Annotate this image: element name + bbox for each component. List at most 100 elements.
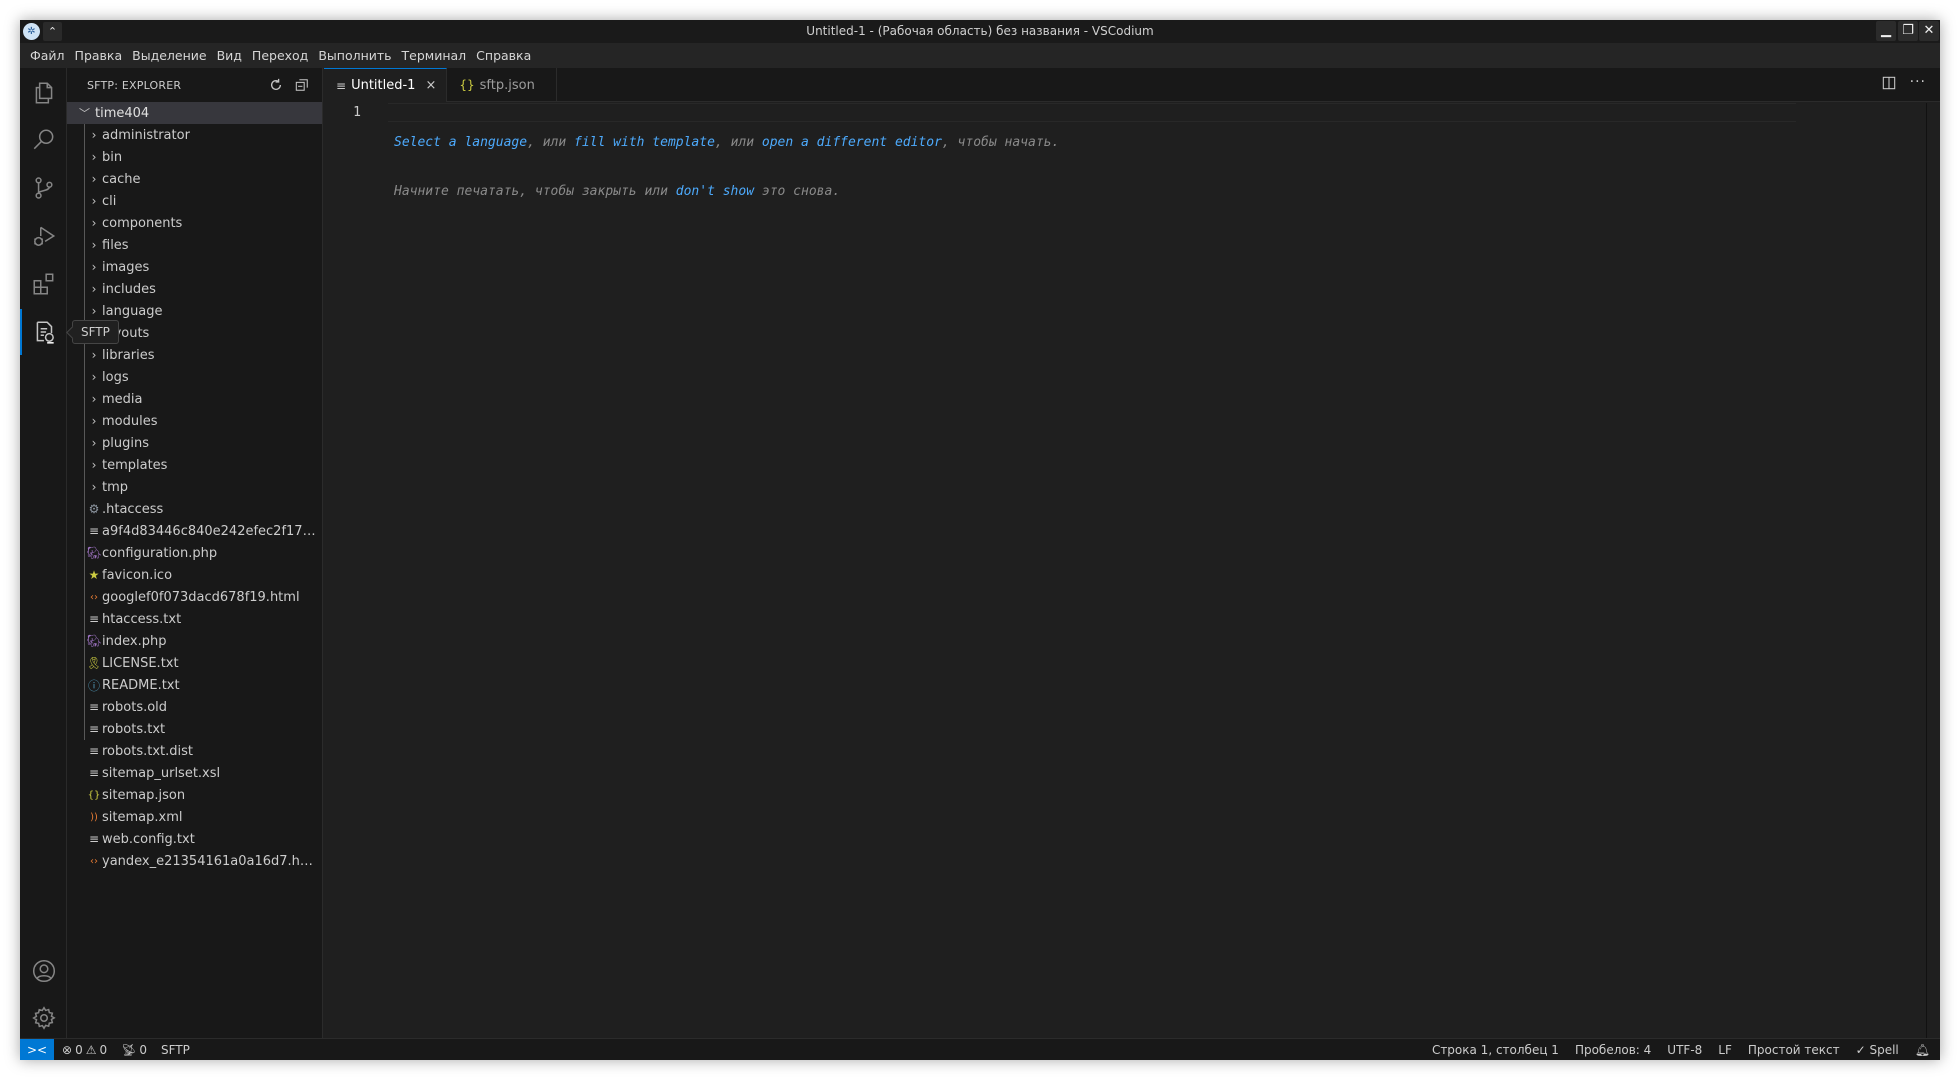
hint-text: Начните печатать, чтобы закрыть или — [394, 184, 676, 199]
menu-help[interactable]: Справка — [471, 48, 536, 63]
collapse-all-icon[interactable] — [294, 77, 310, 93]
tree-file[interactable]: ≡ robots.old — [67, 696, 322, 718]
tree-file[interactable]: ≡ a9f4d83446c840e242efec2f17ea... — [67, 520, 322, 542]
rss-icon: )) — [90, 811, 98, 823]
tree-folder[interactable]: › components — [67, 212, 322, 234]
indentation[interactable]: Пробелов: 4 — [1575, 1043, 1651, 1057]
tree-folder[interactable]: › language — [67, 300, 322, 322]
hint-link[interactable]: don't show — [676, 184, 754, 199]
tree-root-folder[interactable]: ﹀ time404 — [67, 102, 322, 124]
menu-file[interactable]: Файл — [25, 48, 70, 63]
hint-link[interactable]: Select a language — [394, 135, 527, 150]
activity-bar: SFTP — [20, 68, 119, 1041]
sftp-status[interactable]: SFTP — [161, 1043, 190, 1057]
tree-file[interactable]: ≡ htaccess.txt — [67, 608, 322, 630]
activity-explorer[interactable] — [20, 70, 67, 116]
cursor-position[interactable]: Строка 1, столбец 1 — [1432, 1043, 1559, 1057]
html-icon: ‹› — [90, 591, 98, 603]
tree-folder[interactable]: › libraries — [67, 344, 322, 366]
folder-label: templates — [102, 457, 168, 473]
menu-view[interactable]: Вид — [212, 48, 247, 63]
menu-selection[interactable]: Выделение — [127, 48, 211, 63]
activity-extensions[interactable] — [20, 261, 67, 307]
sidebar-header: SFTP: EXPLORER — [67, 68, 322, 102]
end-of-line[interactable]: LF — [1718, 1043, 1732, 1057]
encoding[interactable]: UTF-8 — [1667, 1043, 1702, 1057]
problems-indicator[interactable]: ⊗ 0 ⚠ 0 — [62, 1043, 107, 1057]
html-icon: ‹› — [90, 855, 98, 867]
tree-file[interactable]: 🐘︎ configuration.php — [67, 542, 322, 564]
vertical-scrollbar[interactable] — [1926, 103, 1940, 1038]
tree-file[interactable]: 🎗︎ LICENSE.txt — [67, 652, 322, 674]
hint-link[interactable]: open a different editor — [762, 135, 942, 150]
tree-folder[interactable]: › plugins — [67, 432, 322, 454]
tree-folder[interactable]: › administrator — [67, 124, 322, 146]
activity-sftp[interactable] — [20, 309, 67, 355]
remote-indicator[interactable]: >< — [20, 1038, 54, 1060]
hint-link[interactable]: fill with template — [574, 135, 715, 150]
tree-file[interactable]: ≡ sitemap_urlset.xsl — [67, 762, 322, 784]
close-button[interactable]: ✕ — [1919, 21, 1939, 41]
tree-folder[interactable]: › logs — [67, 366, 322, 388]
file-tree: ﹀ time404 › administrator › bin › cache › cli › c… — [67, 102, 322, 872]
chevron-right-icon: › — [91, 304, 97, 318]
restore-icon: ❐ — [1902, 23, 1914, 38]
tree-file[interactable]: ★ favicon.ico — [67, 564, 322, 586]
language-mode[interactable]: Простой текст — [1748, 1043, 1840, 1057]
text-file-icon: ≡ — [88, 722, 100, 736]
tree-file[interactable]: ⚙ .htaccess — [67, 498, 322, 520]
restore-button[interactable]: ❐ — [1898, 21, 1918, 41]
spell-check[interactable]: ✓ Spell — [1856, 1043, 1899, 1057]
tab-label: Untitled-1 — [351, 78, 416, 93]
info-icon: ⓘ — [87, 678, 100, 693]
tree-folder[interactable]: › includes — [67, 278, 322, 300]
split-editor-icon[interactable] — [1882, 76, 1896, 94]
activity-source-control[interactable] — [20, 165, 67, 211]
tree-folder[interactable]: › media — [67, 388, 322, 410]
line-numbers: 1 — [324, 103, 376, 122]
tree-folder[interactable]: › tmp — [67, 476, 322, 498]
tree-file[interactable]: ‹› googlef0f073dacd678f19.html — [67, 586, 322, 608]
refresh-icon[interactable] — [268, 77, 284, 93]
text-file-icon: ≡ — [336, 78, 347, 93]
tree-folder[interactable]: › files — [67, 234, 322, 256]
tree-file[interactable]: )) sitemap.xml — [67, 806, 322, 828]
tree-file[interactable]: 🐘︎ index.php — [67, 630, 322, 652]
sftp-tooltip: SFTP — [72, 320, 119, 344]
tree-folder[interactable]: › modules — [67, 410, 322, 432]
tree-file[interactable]: ≡ robots.txt.dist — [67, 740, 322, 762]
chevron-right-icon: › — [91, 172, 97, 186]
tree-folder[interactable]: › templates — [67, 454, 322, 476]
tab-untitled-1[interactable]: ≡ Untitled-1 × — [324, 68, 448, 102]
tree-file[interactable]: ≡ web.config.txt — [67, 828, 322, 850]
tree-file[interactable]: ‹› yandex_e21354161a0a16d7.html — [67, 850, 322, 872]
activity-search[interactable] — [20, 117, 67, 163]
menu-edit[interactable]: Правка — [70, 48, 128, 63]
menu-terminal[interactable]: Терминал — [397, 48, 472, 63]
tree-folder[interactable]: › cache — [67, 168, 322, 190]
text-file-icon: ≡ — [88, 744, 100, 758]
code-editor[interactable]: 1 Select a language, или fill with templ… — [324, 103, 1926, 1038]
menu-run[interactable]: Выполнить — [313, 48, 396, 63]
minimize-button[interactable]: ▁ — [1876, 21, 1896, 41]
tree-folder[interactable]: › cli — [67, 190, 322, 212]
bell-dot-icon[interactable]: 🔔︎ — [1915, 1043, 1930, 1057]
activity-accounts[interactable] — [20, 948, 67, 994]
tree-file[interactable]: ≡ robots.txt — [67, 718, 322, 740]
status-bar: >< ⊗ 0 ⚠ 0 📡︎ 0 SFTP Строка 1, столбец 1 Пр… — [20, 1038, 1940, 1060]
folder-label: tmp — [102, 479, 129, 495]
json-icon: {} — [87, 789, 101, 801]
tree-file[interactable]: ⓘ README.txt — [67, 674, 322, 696]
menu-bar: Файл Правка Выделение Вид Переход Выполн… — [20, 43, 1940, 68]
more-actions-icon[interactable]: ··· — [1910, 75, 1926, 94]
tree-folder[interactable]: › images — [67, 256, 322, 278]
tree-folder[interactable]: › bin — [67, 146, 322, 168]
tab-sftp-json[interactable]: {} sftp.json — [447, 68, 558, 102]
activity-run-debug[interactable] — [20, 213, 67, 259]
chevron-right-icon: › — [91, 458, 97, 472]
close-icon[interactable]: × — [425, 78, 436, 93]
tree-file[interactable]: {} sitemap.json — [67, 784, 322, 806]
activity-manage[interactable] — [20, 995, 67, 1041]
ports-indicator[interactable]: 📡︎ 0 — [121, 1043, 147, 1057]
menu-go[interactable]: Переход — [247, 48, 313, 63]
